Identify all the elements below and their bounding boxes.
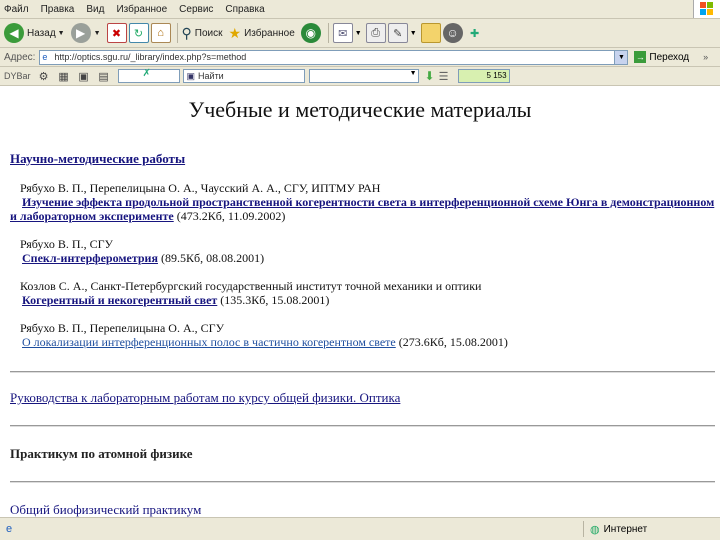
- home-icon[interactable]: ⌂: [150, 23, 171, 43]
- tools-icon[interactable]: ✚: [466, 24, 484, 42]
- favorites-button[interactable]: ★ Избранное: [229, 25, 295, 42]
- back-label: Назад: [27, 27, 56, 39]
- address-dropdown-button[interactable]: ▼: [614, 49, 629, 65]
- refresh-icon[interactable]: ↻: [128, 23, 149, 43]
- entry-authors: Рябухо В. П., Перепелицына О. А., СГУ: [20, 321, 225, 335]
- media-icon[interactable]: ◉: [300, 23, 321, 43]
- address-bar: Адрес: e http://optics.sgu.ru/_library/i…: [0, 48, 720, 67]
- chevron-down-icon[interactable]: ▼: [410, 70, 417, 77]
- edit-icon[interactable]: ✎: [387, 23, 408, 43]
- folder-icon[interactable]: [420, 23, 441, 43]
- page-content: Учебные и методические материалы Научно-…: [0, 87, 720, 517]
- star-icon: ★: [228, 24, 242, 41]
- menu-edit[interactable]: Правка: [41, 4, 75, 15]
- section-link-biophysics-practicum[interactable]: Общий биофизический практикум: [10, 502, 201, 517]
- counter-badge: 5 153: [457, 69, 510, 83]
- doc-meta: (473.2Кб, 11.09.2002): [173, 209, 286, 223]
- chevron-down-icon[interactable]: ▼: [355, 30, 362, 37]
- divider: [10, 481, 715, 483]
- internet-zone-icon: ◍: [590, 523, 600, 536]
- entry-authors: Рябухо В. П., СГУ: [20, 237, 114, 251]
- doc-link[interactable]: Когерентный и некогерентный свет: [22, 293, 217, 307]
- search-field[interactable]: ▣ Найти: [182, 69, 305, 83]
- section-heading-atomic-practicum: Практикум по атомной физике: [10, 446, 193, 461]
- back-arrow-icon: ◀: [4, 23, 24, 43]
- search-button[interactable]: ⚲ Поиск: [182, 25, 223, 42]
- address-url: http://optics.sgu.ru/_library/index.php?…: [54, 51, 247, 62]
- forward-button[interactable]: ▶ ▼: [70, 23, 101, 43]
- messenger-icon[interactable]: ☺: [442, 23, 463, 43]
- stop-icon[interactable]: ✖: [106, 23, 127, 43]
- quick-field[interactable]: ✗: [117, 68, 180, 83]
- section-link-lab-guides[interactable]: Руководства к лабораторным работам по ку…: [10, 390, 400, 406]
- search-icon: ⚲: [181, 24, 192, 41]
- address-input[interactable]: e http://optics.sgu.ru/_library/index.ph…: [39, 49, 616, 65]
- chevron-down-icon[interactable]: ▼: [94, 30, 101, 37]
- section-link-scientific-methodical[interactable]: Научно-методические работы: [10, 151, 185, 167]
- grid-icon[interactable]: ▦: [55, 67, 73, 85]
- toolbar-separator: [327, 23, 329, 43]
- divider: [10, 371, 715, 373]
- doc-meta: (273.6Кб, 15.08.2001): [395, 335, 508, 349]
- menu-file[interactable]: Файл: [4, 4, 29, 15]
- search-field-text: Найти: [198, 71, 224, 81]
- entry-link-line: Спекл-интерферометрия (89.5Кб, 08.08.200…: [22, 251, 264, 266]
- zone-label: Интернет: [603, 523, 648, 535]
- entry-link-line: и лабораторном эксперименте (473.2Кб, 11…: [10, 209, 285, 224]
- tile-icon[interactable]: ▤: [95, 67, 113, 85]
- doc-link[interactable]: Изучение эффекта продольной пространстве…: [22, 195, 714, 209]
- doc-meta: (89.5Кб, 08.08.2001): [157, 251, 265, 265]
- entry-authors: Козлов С. А., Санкт-Петербургский госуда…: [20, 279, 482, 293]
- menu-tools[interactable]: Сервис: [179, 4, 213, 15]
- go-button[interactable]: → Переход: [634, 51, 689, 63]
- chevron-down-icon[interactable]: ▼: [58, 30, 65, 37]
- divider: [10, 425, 715, 427]
- menu-help[interactable]: Справка: [225, 4, 264, 15]
- page-icon: e: [42, 51, 48, 62]
- search-box-icon: ▣: [186, 70, 196, 81]
- entry-authors: Рябухо В. П., Перепелицына О. А., Чаусск…: [20, 181, 381, 195]
- print-icon[interactable]: ⎙: [365, 23, 386, 43]
- doc-link[interactable]: и лабораторном эксперименте: [10, 209, 174, 223]
- doc-meta: (135.3Кб, 15.08.2001): [217, 293, 330, 307]
- links-grip-icon: »: [703, 52, 709, 62]
- windows-logo-icon: [693, 0, 720, 18]
- secondary-field[interactable]: ▼: [308, 69, 419, 83]
- address-label: Адрес:: [4, 51, 36, 63]
- entry-link-line: Когерентный и некогерентный свет (135.3К…: [22, 293, 329, 308]
- doc-link[interactable]: Спекл-интерферометрия: [22, 251, 158, 265]
- favorites-label: Избранное: [244, 27, 295, 39]
- window-icon[interactable]: ▣: [75, 67, 93, 85]
- go-arrow-icon: →: [634, 51, 647, 63]
- menu-view[interactable]: Вид: [86, 4, 104, 15]
- forward-arrow-icon: ▶: [70, 23, 91, 43]
- entry-link-line: О локализации интерференционных полос в …: [22, 335, 508, 350]
- status-bar: e ◍ Интернет: [0, 517, 720, 540]
- extra-toolbar: DYBar ⚙ ▦ ▣ ▤ ✗ ▣ Найти ▼ ⬇ ☰ 5 153: [0, 67, 720, 86]
- search-label: Поиск: [194, 27, 223, 39]
- zone-panel: ◍ Интернет: [583, 521, 720, 537]
- back-button[interactable]: ◀ Назад ▼: [4, 23, 65, 43]
- chevron-down-icon[interactable]: ▼: [410, 30, 417, 37]
- toolbar: ◀ Назад ▼ ▶ ▼ ✖ ↻ ⌂ ⚲ Поиск ★ Избранное …: [0, 19, 720, 48]
- page-title: Учебные и методические материалы: [188, 97, 532, 122]
- mail-icon[interactable]: ✉: [332, 23, 353, 43]
- menu-bar: Файл Правка Вид Избранное Сервис Справка: [0, 0, 720, 19]
- gear-icon[interactable]: ⚙: [35, 67, 53, 85]
- doc-link[interactable]: О локализации интерференционных полос в …: [22, 335, 396, 349]
- entry-link-line: Изучение эффекта продольной пространстве…: [22, 195, 714, 210]
- toolbar-separator: [176, 23, 178, 43]
- checkmark-icon: ✗: [142, 68, 151, 79]
- download-arrow-icon[interactable]: ⬇: [425, 69, 435, 83]
- dybar-label: DYBar: [4, 71, 31, 81]
- go-label: Переход: [649, 51, 690, 63]
- menu-favorites[interactable]: Избранное: [116, 4, 167, 15]
- page-loaded-icon: e: [6, 523, 13, 535]
- list-icon[interactable]: ☰: [435, 67, 453, 85]
